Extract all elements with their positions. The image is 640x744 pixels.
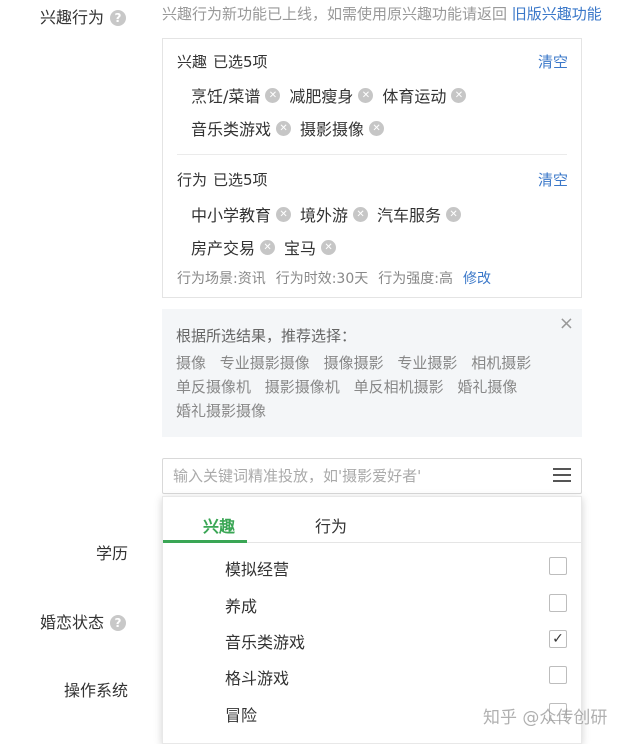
remove-tag-icon[interactable]: ✕: [358, 87, 374, 103]
education-label: 学历: [96, 544, 129, 563]
old-interest-link[interactable]: 旧版兴趣功能: [512, 5, 602, 23]
help-icon[interactable]: ?: [110, 615, 127, 631]
interest-tag: 烹饪/菜谱 ✕: [191, 83, 281, 107]
option-checkbox[interactable]: [549, 666, 567, 684]
behavior-tag-row: 房产交易 ✕ 宝马 ✕: [191, 235, 345, 259]
behavior-settings-summary: 行为场景:资讯 行为时效:30天 行为强度:高 修改: [177, 268, 491, 288]
interest-tag: 音乐类游戏 ✕: [191, 116, 292, 140]
remove-tag-icon[interactable]: ✕: [369, 120, 385, 136]
remove-tag-icon[interactable]: ✕: [276, 206, 292, 222]
dropdown-tabs: 兴趣 行为: [163, 497, 581, 543]
keyword-search-box: [162, 458, 582, 494]
remove-tag-icon[interactable]: ✕: [451, 87, 467, 103]
new-feature-notice: 兴趣行为新功能已上线，如需使用原兴趣功能请返回 旧版兴趣功能: [162, 5, 602, 23]
section-divider: [177, 154, 567, 155]
option-checkbox[interactable]: ✓: [549, 630, 567, 648]
recommendation-item[interactable]: 摄像摄影: [324, 351, 384, 375]
interest-tag: 摄影摄像 ✕: [300, 116, 385, 140]
recommendation-item[interactable]: 单反相机摄影: [354, 375, 444, 399]
behavior-clear-button[interactable]: 清空: [538, 169, 568, 190]
watermark-text: 知乎 @众传创研: [483, 708, 608, 728]
interest-tag: 减肥瘦身 ✕: [289, 83, 374, 107]
active-tab-indicator: [163, 540, 247, 543]
recommendation-item[interactable]: 单反摄像机: [176, 375, 251, 399]
selected-targeting-panel: 兴趣 已选5项 清空 烹饪/菜谱 ✕ 减肥瘦身 ✕ 体育运动 ✕ 音乐类游戏 ✕ 摄影摄像…: [162, 38, 582, 298]
recommendation-item[interactable]: 婚礼摄影摄像: [176, 399, 266, 423]
behavior-tag: 宝马 ✕: [284, 235, 337, 259]
interest-clear-button[interactable]: 清空: [538, 51, 568, 72]
recommendation-item[interactable]: 摄像: [176, 351, 206, 375]
behavior-section-heading: 行为 已选5项: [177, 171, 268, 189]
recommendation-panel: 根据所选结果，推荐选择： × 摄像 专业摄影摄像 摄像摄影 专业摄影 相机摄影 …: [162, 309, 582, 437]
interest-count: 已选5项: [213, 53, 268, 71]
menu-icon[interactable]: [553, 468, 571, 484]
option-checkbox[interactable]: [549, 557, 567, 575]
tab-interest[interactable]: 兴趣: [203, 513, 235, 537]
option-item[interactable]: 养成: [163, 585, 581, 621]
interest-tag: 体育运动 ✕: [382, 83, 467, 107]
behavior-scene: 行为场景:资讯: [177, 271, 266, 287]
interest-behavior-label: 兴趣行为?: [40, 4, 127, 28]
behavior-tag: 中小学教育 ✕: [191, 202, 292, 226]
remove-tag-icon[interactable]: ✕: [265, 87, 281, 103]
option-item[interactable]: 模拟经营: [163, 548, 581, 584]
remove-tag-icon[interactable]: ✕: [260, 239, 276, 255]
close-icon[interactable]: ×: [559, 313, 574, 334]
os-label: 操作系统: [64, 681, 129, 700]
behavior-tag: 境外游 ✕: [300, 202, 369, 226]
recommendation-item[interactable]: 摄影摄像机: [265, 375, 340, 399]
recommendation-item[interactable]: 专业摄影摄像: [220, 351, 310, 375]
option-checkbox[interactable]: [549, 594, 567, 612]
behavior-tag: 房产交易 ✕: [191, 235, 276, 259]
remove-tag-icon[interactable]: ✕: [321, 239, 337, 255]
behavior-edit-link[interactable]: 修改: [463, 271, 491, 287]
recommendation-title: 根据所选结果，推荐选择：: [176, 327, 357, 345]
interest-tag-row: 音乐类游戏 ✕ 摄影摄像 ✕: [191, 116, 393, 140]
remove-tag-icon[interactable]: ✕: [353, 206, 369, 222]
remove-tag-icon[interactable]: ✕: [446, 206, 462, 222]
behavior-tag: 汽车服务 ✕: [377, 202, 462, 226]
recommendation-list: 摄像 专业摄影摄像 摄像摄影 专业摄影 相机摄影 单反摄像机 摄影摄像机 单反相…: [176, 351, 556, 423]
recommendation-item[interactable]: 专业摄影: [397, 351, 457, 375]
recommendation-item[interactable]: 婚礼摄像: [457, 375, 517, 399]
interest-tag-row: 烹饪/菜谱 ✕ 减肥瘦身 ✕ 体育运动 ✕: [191, 83, 475, 107]
option-item[interactable]: 格斗游戏: [163, 657, 581, 693]
recommendation-item[interactable]: 相机摄影: [471, 351, 531, 375]
behavior-tag-row: 中小学教育 ✕ 境外游 ✕ 汽车服务 ✕: [191, 202, 470, 226]
remove-tag-icon[interactable]: ✕: [276, 120, 292, 136]
keyword-search-input[interactable]: [173, 465, 543, 487]
marital-status-label: 婚恋状态?: [40, 609, 127, 633]
option-item[interactable]: 音乐类游戏 ✓: [163, 621, 581, 657]
tab-behavior[interactable]: 行为: [315, 513, 347, 537]
behavior-strength: 行为强度:高: [378, 271, 453, 287]
behavior-timeliness: 行为时效:30天: [275, 271, 369, 287]
behavior-count: 已选5项: [213, 171, 268, 189]
help-icon[interactable]: ?: [110, 10, 127, 26]
interest-section-heading: 兴趣 已选5项: [177, 53, 268, 71]
